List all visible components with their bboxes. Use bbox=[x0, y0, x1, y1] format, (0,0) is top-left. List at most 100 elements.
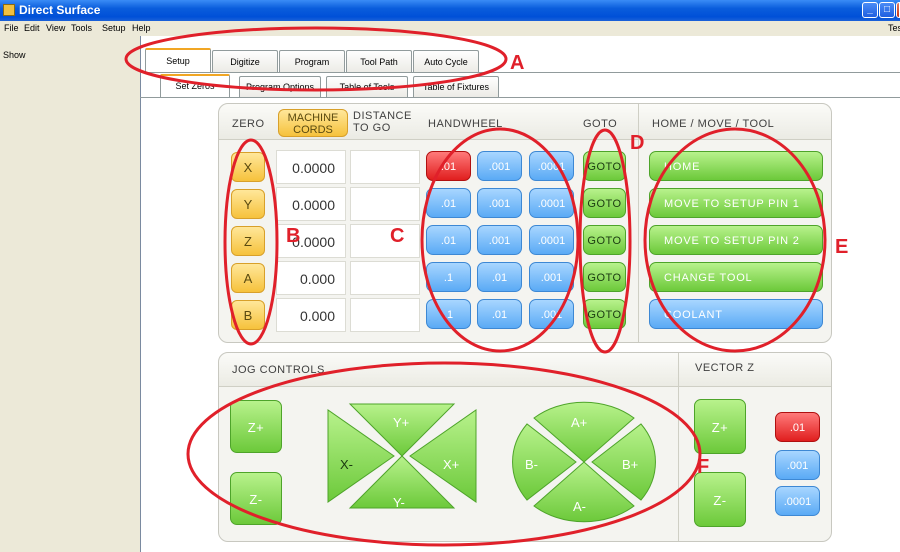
hw-y-001-button[interactable]: .001 bbox=[477, 188, 522, 218]
vector-step-001-button[interactable]: .001 bbox=[775, 450, 820, 480]
machine-b-value: 0.000 bbox=[276, 298, 346, 332]
menu-file[interactable]: File bbox=[4, 23, 19, 33]
vector-z-minus-button[interactable]: Z- bbox=[694, 472, 746, 527]
hw-b-1-button[interactable]: .1 bbox=[426, 299, 471, 329]
subtab-table-of-fixtures[interactable]: Table of Fixtures bbox=[413, 76, 499, 97]
distance-z-value bbox=[350, 224, 420, 258]
hw-b-001-button[interactable]: .001 bbox=[529, 299, 574, 329]
move-to-setup-pin-1-button[interactable]: MOVE TO SETUP PIN 1 bbox=[649, 188, 823, 218]
change-tool-button[interactable]: CHANGE TOOL bbox=[649, 262, 823, 292]
close-button[interactable] bbox=[896, 2, 900, 18]
goto-z-button[interactable]: GOTO bbox=[583, 225, 626, 255]
menu-view[interactable]: View bbox=[46, 23, 65, 33]
hw-a-1-button[interactable]: .1 bbox=[426, 262, 471, 292]
hw-z-01-button[interactable]: .01 bbox=[426, 225, 471, 255]
distance-line1: DISTANCE bbox=[353, 110, 412, 122]
hw-x-001-button[interactable]: .001 bbox=[477, 151, 522, 181]
jog-y-minus-button[interactable]: Y- bbox=[393, 495, 405, 510]
subtab-table-of-tools[interactable]: Table of Tools bbox=[326, 76, 408, 97]
menu-edit[interactable]: Edit bbox=[24, 23, 40, 33]
subtab-program-options[interactable]: Program Options bbox=[239, 76, 321, 97]
jog-x-plus-button[interactable]: X+ bbox=[443, 457, 459, 472]
jog-controls-title: JOG CONTROLS bbox=[232, 364, 325, 376]
header-home-move-tool: HOME / MOVE / TOOL bbox=[652, 118, 775, 130]
tab-program[interactable]: Program bbox=[279, 50, 345, 72]
machine-cords-button[interactable]: MACHINE CORDS bbox=[278, 109, 348, 137]
header-handwheel: HANDWHEEL bbox=[428, 118, 503, 130]
hw-z-0001-button[interactable]: .0001 bbox=[529, 225, 574, 255]
header-distance-to-go: DISTANCE TO GO bbox=[353, 110, 412, 134]
minimize-button[interactable]: _ bbox=[862, 2, 878, 18]
tab-digitize[interactable]: Digitize bbox=[212, 50, 278, 72]
hw-b-01-button[interactable]: .01 bbox=[477, 299, 522, 329]
left-panel: Show bbox=[0, 36, 140, 552]
machine-x-value: 0.0000 bbox=[276, 150, 346, 184]
annotation-label-e: E bbox=[835, 236, 849, 258]
menu-bar: File Edit View Tools Setup Help Tes bbox=[0, 21, 900, 36]
header-goto: GOTO bbox=[583, 118, 618, 130]
jog-b-plus-button[interactable]: B+ bbox=[622, 457, 638, 472]
coolant-button[interactable]: COOLANT bbox=[649, 299, 823, 329]
goto-a-button[interactable]: GOTO bbox=[583, 262, 626, 292]
jog-b-minus-button[interactable]: B- bbox=[525, 457, 538, 472]
hw-z-001-button[interactable]: .001 bbox=[477, 225, 522, 255]
zero-x-button[interactable]: X bbox=[231, 152, 265, 182]
goto-y-button[interactable]: GOTO bbox=[583, 188, 626, 218]
distance-b-value bbox=[350, 298, 420, 332]
vector-z-plus-button[interactable]: Z+ bbox=[694, 399, 746, 454]
distance-y-value bbox=[350, 187, 420, 221]
goto-x-button[interactable]: GOTO bbox=[583, 151, 626, 181]
window-title: Direct Surface bbox=[19, 3, 101, 17]
title-bar: Direct Surface _ □ bbox=[0, 0, 900, 21]
jog-y-plus-button[interactable]: Y+ bbox=[393, 415, 409, 430]
tab-tool-path[interactable]: Tool Path bbox=[346, 50, 412, 72]
vector-step-0001-button[interactable]: .0001 bbox=[775, 486, 820, 516]
app-icon bbox=[3, 4, 15, 16]
vector-step-01-button[interactable]: .01 bbox=[775, 412, 820, 442]
jog-z-minus-button[interactable]: Z- bbox=[230, 472, 282, 525]
tab-auto-cycle[interactable]: Auto Cycle bbox=[413, 50, 479, 72]
jog-panel-divider bbox=[678, 353, 679, 541]
jog-a-plus-button[interactable]: A+ bbox=[571, 415, 587, 430]
annotation-label-d: D bbox=[630, 132, 645, 154]
vector-z-title: VECTOR Z bbox=[695, 362, 755, 374]
tab-setup[interactable]: Setup bbox=[145, 48, 211, 72]
subtab-divider bbox=[140, 97, 900, 98]
machine-a-value: 0.000 bbox=[276, 261, 346, 295]
maximize-button[interactable]: □ bbox=[879, 2, 895, 18]
distance-x-value bbox=[350, 150, 420, 184]
menu-tools[interactable]: Tools bbox=[71, 23, 92, 33]
machine-cords-line1: MACHINE bbox=[287, 112, 339, 124]
show-label[interactable]: Show bbox=[3, 50, 26, 60]
jog-z-plus-button[interactable]: Z+ bbox=[230, 400, 282, 453]
hw-x-01-button[interactable]: .01 bbox=[426, 151, 471, 181]
zero-a-button[interactable]: A bbox=[231, 263, 265, 293]
annotation-label-b: B bbox=[286, 225, 301, 247]
subtab-set-zeros[interactable]: Set Zeros bbox=[160, 74, 230, 97]
menu-setup[interactable]: Setup bbox=[102, 23, 126, 33]
menu-help[interactable]: Help bbox=[132, 23, 151, 33]
zero-b-button[interactable]: B bbox=[231, 300, 265, 330]
header-zero: ZERO bbox=[232, 118, 265, 130]
hw-a-01-button[interactable]: .01 bbox=[477, 262, 522, 292]
hw-y-01-button[interactable]: .01 bbox=[426, 188, 471, 218]
home-button[interactable]: HOME bbox=[649, 151, 823, 181]
hw-y-0001-button[interactable]: .0001 bbox=[529, 188, 574, 218]
hw-a-001-button[interactable]: .001 bbox=[529, 262, 574, 292]
distance-a-value bbox=[350, 261, 420, 295]
goto-b-button[interactable]: GOTO bbox=[583, 299, 626, 329]
annotation-label-f: F bbox=[697, 456, 710, 478]
zero-y-button[interactable]: Y bbox=[231, 189, 265, 219]
menu-right-text: Tes bbox=[888, 23, 900, 33]
jog-x-minus-button[interactable]: X- bbox=[340, 457, 353, 472]
application-window: Direct Surface _ □ File Edit View Tools … bbox=[0, 0, 900, 552]
distance-line2: TO GO bbox=[353, 122, 391, 134]
machine-y-value: 0.0000 bbox=[276, 187, 346, 221]
machine-cords-line2: CORDS bbox=[293, 124, 333, 136]
annotation-label-c: C bbox=[390, 225, 405, 247]
move-to-setup-pin-2-button[interactable]: MOVE TO SETUP PIN 2 bbox=[649, 225, 823, 255]
zero-z-button[interactable]: Z bbox=[231, 226, 265, 256]
jog-a-minus-button[interactable]: A- bbox=[573, 499, 586, 514]
hw-x-0001-button[interactable]: .0001 bbox=[529, 151, 574, 181]
annotation-label-a: A bbox=[510, 52, 525, 74]
